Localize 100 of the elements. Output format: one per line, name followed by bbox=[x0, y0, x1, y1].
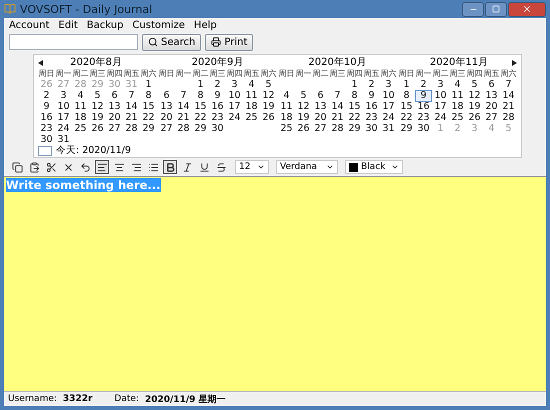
calendar-day[interactable]: 23 bbox=[38, 123, 55, 135]
calendar-day[interactable]: 9 bbox=[363, 90, 380, 102]
calendar-day[interactable]: 12 bbox=[466, 90, 483, 102]
calendar-day[interactable]: 18 bbox=[278, 112, 295, 124]
next-month-arrow[interactable] bbox=[512, 60, 517, 66]
calendar-day[interactable]: 7 bbox=[500, 79, 517, 91]
search-field[interactable] bbox=[9, 34, 138, 50]
calendar-day[interactable]: 8 bbox=[140, 90, 157, 102]
calendar-day[interactable]: 29 bbox=[140, 123, 157, 135]
color-dropdown[interactable]: Black bbox=[345, 160, 403, 174]
calendar-day[interactable]: 1 bbox=[140, 79, 157, 91]
calendar-day[interactable]: 10 bbox=[380, 90, 397, 102]
calendar-day[interactable]: 24 bbox=[55, 123, 72, 135]
calendar-day[interactable]: 9 bbox=[415, 90, 432, 102]
calendar-day[interactable]: 25 bbox=[278, 123, 295, 135]
calendar-day[interactable]: 22 bbox=[192, 112, 209, 124]
calendar-day[interactable]: 17 bbox=[226, 101, 243, 113]
calendar-day[interactable]: 16 bbox=[209, 101, 226, 113]
calendar-day[interactable]: 20 bbox=[158, 112, 175, 124]
maximize-button[interactable] bbox=[485, 2, 507, 16]
calendar-day[interactable]: 4 bbox=[243, 79, 260, 91]
calendar-day[interactable]: 23 bbox=[415, 112, 432, 124]
menu-item[interactable]: Customize bbox=[132, 20, 185, 30]
calendar-day[interactable]: 18 bbox=[243, 101, 260, 113]
calendar-day[interactable]: 22 bbox=[398, 112, 415, 124]
calendar-day[interactable]: 30 bbox=[415, 123, 432, 135]
calendar-day[interactable]: 12 bbox=[89, 101, 106, 113]
bold-icon[interactable] bbox=[163, 160, 177, 174]
calendar-day[interactable]: 4 bbox=[278, 90, 295, 102]
calendar-day[interactable]: 12 bbox=[295, 101, 312, 113]
calendar-day[interactable]: 30 bbox=[363, 123, 380, 135]
calendar-day[interactable]: 30 bbox=[209, 123, 226, 135]
calendar-day[interactable]: 20 bbox=[312, 112, 329, 124]
calendar-day[interactable]: 29 bbox=[192, 123, 209, 135]
calendar-day[interactable]: 14 bbox=[500, 90, 517, 102]
menu-item[interactable]: Account bbox=[9, 20, 50, 30]
calendar-day[interactable]: 11 bbox=[449, 90, 466, 102]
font-size-dropdown[interactable]: 12 bbox=[235, 160, 269, 174]
calendar-day[interactable]: 11 bbox=[72, 101, 89, 113]
calendar-day[interactable]: 9 bbox=[209, 90, 226, 102]
calendar-day[interactable]: 10 bbox=[55, 101, 72, 113]
calendar-day[interactable]: 7 bbox=[175, 90, 192, 102]
calendar-day[interactable]: 20 bbox=[106, 112, 123, 124]
calendar-day[interactable]: 15 bbox=[140, 101, 157, 113]
calendar-day[interactable]: 3 bbox=[380, 79, 397, 91]
calendar-day[interactable]: 25 bbox=[449, 112, 466, 124]
calendar-day[interactable]: 11 bbox=[243, 90, 260, 102]
calendar-day[interactable]: 23 bbox=[209, 112, 226, 124]
calendar-day[interactable]: 21 bbox=[123, 112, 140, 124]
print-button[interactable]: Print bbox=[205, 34, 254, 50]
align-left-icon[interactable] bbox=[95, 160, 109, 174]
calendar-day[interactable]: 3 bbox=[55, 90, 72, 102]
calendar-day[interactable]: 5 bbox=[260, 79, 277, 91]
calendar-day[interactable]: 6 bbox=[158, 90, 175, 102]
calendar-day[interactable]: 5 bbox=[295, 90, 312, 102]
calendar-day[interactable]: 14 bbox=[123, 101, 140, 113]
calendar-day[interactable]: 4 bbox=[449, 79, 466, 91]
calendar-day[interactable]: 27 bbox=[312, 123, 329, 135]
calendar-day[interactable]: 21 bbox=[500, 101, 517, 113]
menu-item[interactable]: Edit bbox=[58, 20, 78, 30]
calendar-day[interactable]: 16 bbox=[363, 101, 380, 113]
calendar-day[interactable]: 10 bbox=[432, 90, 449, 102]
calendar-day[interactable]: 19 bbox=[260, 101, 277, 113]
calendar-day[interactable]: 23 bbox=[363, 112, 380, 124]
font-dropdown[interactable]: Verdana bbox=[276, 160, 338, 174]
calendar-day[interactable]: 15 bbox=[398, 101, 415, 113]
calendar-day[interactable]: 15 bbox=[346, 101, 363, 113]
calendar-day[interactable]: 27 bbox=[158, 123, 175, 135]
calendar-day[interactable]: 22 bbox=[140, 112, 157, 124]
calendar-day[interactable]: 26 bbox=[295, 123, 312, 135]
previous-month-arrow[interactable] bbox=[38, 60, 43, 66]
calendar-day[interactable]: 9 bbox=[38, 101, 55, 113]
calendar-day[interactable]: 24 bbox=[226, 112, 243, 124]
calendar-day[interactable]: 26 bbox=[466, 112, 483, 124]
calendar-day[interactable]: 13 bbox=[483, 90, 500, 102]
calendar-day[interactable]: 19 bbox=[466, 101, 483, 113]
calendar-day[interactable]: 22 bbox=[346, 112, 363, 124]
calendar-day[interactable]: 3 bbox=[226, 79, 243, 91]
calendar-day[interactable]: 6 bbox=[312, 90, 329, 102]
today-link[interactable]: 今天: 2020/11/9 bbox=[56, 144, 131, 157]
calendar-day[interactable]: 13 bbox=[312, 101, 329, 113]
copy-icon[interactable] bbox=[10, 160, 24, 174]
calendar-day[interactable]: 17 bbox=[55, 112, 72, 124]
calendar-day[interactable]: 28 bbox=[175, 123, 192, 135]
calendar-day[interactable]: 26 bbox=[89, 123, 106, 135]
calendar-day[interactable]: 28 bbox=[500, 112, 517, 124]
calendar-day[interactable]: 25 bbox=[243, 112, 260, 124]
calendar-day[interactable]: 18 bbox=[449, 101, 466, 113]
calendar-day[interactable]: 25 bbox=[72, 123, 89, 135]
calendar-day[interactable]: 7 bbox=[123, 90, 140, 102]
menu-item[interactable]: Help bbox=[194, 20, 217, 30]
calendar-day[interactable]: 3 bbox=[432, 79, 449, 91]
calendar-day[interactable]: 10 bbox=[226, 90, 243, 102]
calendar-day[interactable]: 13 bbox=[106, 101, 123, 113]
calendar-day[interactable]: 17 bbox=[432, 101, 449, 113]
calendar-day[interactable]: 29 bbox=[346, 123, 363, 135]
search-button[interactable]: Search bbox=[142, 34, 202, 50]
calendar-day[interactable]: 29 bbox=[398, 123, 415, 135]
calendar-day[interactable]: 5 bbox=[466, 79, 483, 91]
calendar-day[interactable]: 4 bbox=[72, 90, 89, 102]
